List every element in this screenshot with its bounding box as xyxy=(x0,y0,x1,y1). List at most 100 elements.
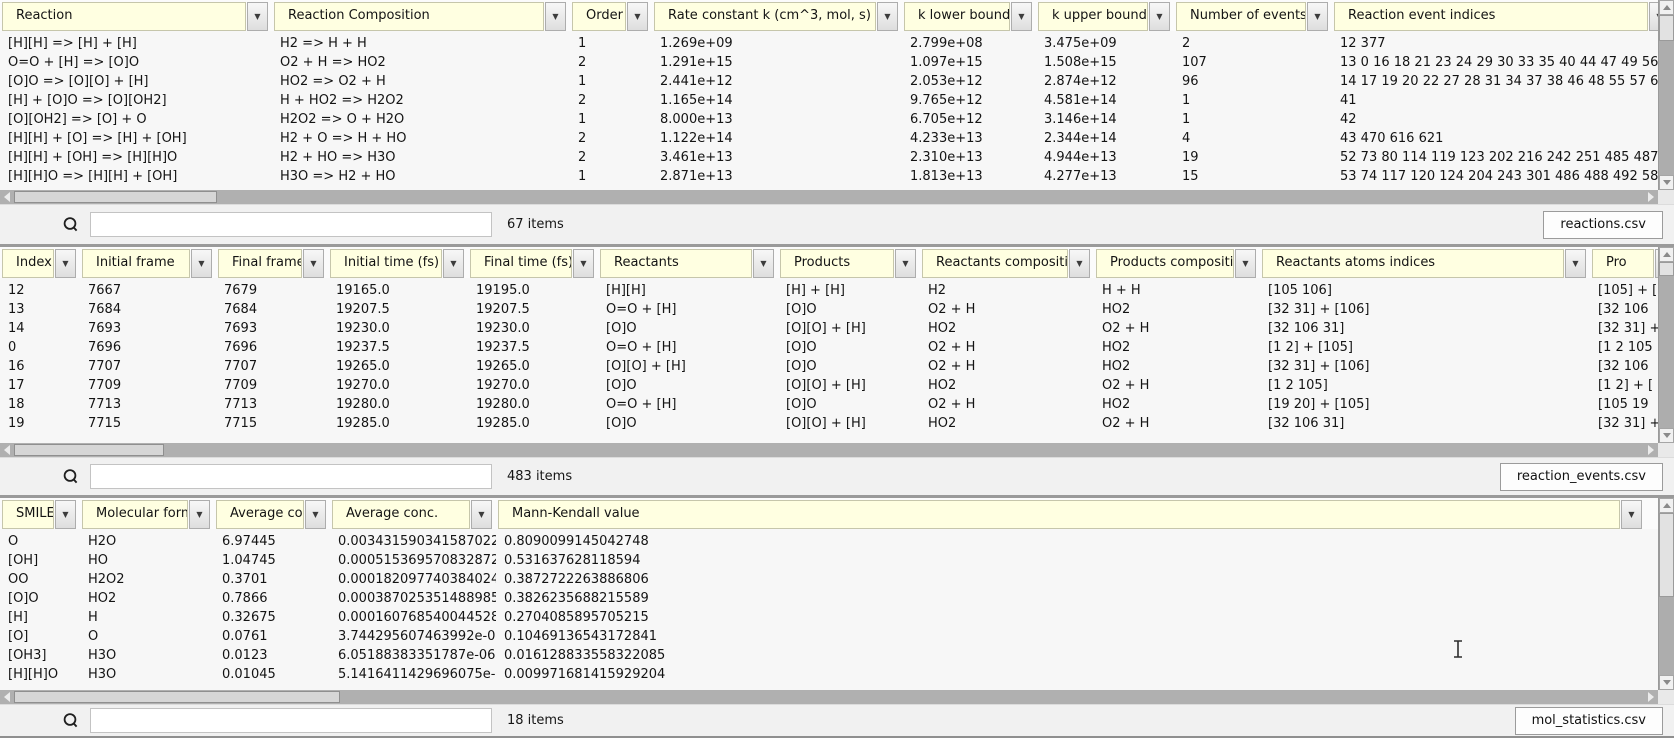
column-header-k-lower-bound[interactable]: k lower bound xyxy=(904,2,1010,31)
column-dropdown-icon[interactable]: ▼ xyxy=(443,249,464,278)
scroll-down-icon[interactable] xyxy=(1659,428,1674,443)
table-row[interactable]: 16 7707 7707 19265.0 19265.0 [O][O] + [H] [O]O… xyxy=(0,357,1674,376)
scroll-right-icon[interactable] xyxy=(1644,190,1658,204)
column-dropdown-icon[interactable]: ▼ xyxy=(895,249,916,278)
column-dropdown-icon[interactable]: ▼ xyxy=(55,249,76,278)
table-row[interactable]: [H][H]O H3O 0.01045 5.1416411429696075e-06 0… xyxy=(0,665,1674,684)
vertical-scrollbar-thumb[interactable] xyxy=(1659,513,1674,597)
table-row[interactable]: 18 7713 7713 19280.0 19280.0 O=O + [H] [O]O O2 … xyxy=(0,395,1674,414)
column-header-products-composition[interactable]: Products composition xyxy=(1096,249,1234,278)
scroll-left-icon[interactable] xyxy=(0,690,14,704)
column-header-reaction[interactable]: Reaction xyxy=(2,2,246,31)
column-dropdown-icon[interactable]: ▼ xyxy=(191,249,212,278)
column-header-reaction-event-indices[interactable]: Reaction event indices xyxy=(1334,2,1648,31)
table-row[interactable]: 12 7667 7679 19165.0 19195.0 [H][H] [H] + [H] H… xyxy=(0,281,1674,300)
table-row[interactable]: [O][OH2] => [O] + O H2O2 => O + H2O 1 8.000… xyxy=(0,110,1674,129)
file-name-button[interactable]: reaction_events.csv xyxy=(1499,462,1663,491)
scroll-up-icon[interactable] xyxy=(1659,498,1674,513)
table-row[interactable]: OO H2O2 0.3701 0.0001820977403840241 0.38727… xyxy=(0,570,1674,589)
vertical-scrollbar-thumb[interactable] xyxy=(1659,15,1674,41)
column-dropdown-icon[interactable]: ▼ xyxy=(753,249,774,278)
column-header-initial-time-fs[interactable]: Initial time (fs) xyxy=(330,249,442,278)
scroll-down-icon[interactable] xyxy=(1659,675,1674,690)
column-dropdown-icon[interactable]: ▼ xyxy=(55,500,76,529)
column-header-reactants-composition[interactable]: Reactants composition xyxy=(922,249,1068,278)
table-row[interactable]: [O]O => [O][O] + [H] HO2 => O2 + H 1 2.441e… xyxy=(0,72,1674,91)
column-header-order[interactable]: Order xyxy=(572,2,626,31)
column-dropdown-icon[interactable]: ▼ xyxy=(877,2,898,31)
file-name-button[interactable]: mol_statistics.csv xyxy=(1514,706,1663,735)
table-row[interactable]: 0 7696 7696 19237.5 19237.5 O=O + [H] [O]O O2 +… xyxy=(0,338,1674,357)
column-header-average-conc[interactable]: Average conc. xyxy=(332,500,470,529)
column-dropdown-icon[interactable]: ▼ xyxy=(1621,500,1642,529)
horizontal-scrollbar-thumb[interactable] xyxy=(14,691,340,703)
column-header-mann-kendall-value[interactable]: Mann-Kendall value xyxy=(498,500,1620,529)
table-row[interactable]: [H] H 0.32675 0.00016076854004452816 0.27040… xyxy=(0,608,1674,627)
search-input[interactable] xyxy=(90,212,492,237)
column-dropdown-icon[interactable]: ▼ xyxy=(1069,249,1090,278)
column-dropdown-icon[interactable]: ▼ xyxy=(545,2,566,31)
column-dropdown-icon[interactable]: ▼ xyxy=(627,2,648,31)
horizontal-scrollbar[interactable] xyxy=(0,190,1674,204)
scroll-down-icon[interactable] xyxy=(1659,175,1674,190)
column-header-rate-constant-k-cm-3-mol-s[interactable]: Rate constant k (cm^3, mol, s) xyxy=(654,2,876,31)
horizontal-scrollbar-thumb[interactable] xyxy=(14,444,164,456)
table-row[interactable]: [H][H] + [O] => [H] + [OH] H2 + O => H + … xyxy=(0,129,1674,148)
vertical-scrollbar[interactable] xyxy=(1658,0,1674,190)
table-row[interactable]: O=O + [H] => [O]O O2 + H => HO2 2 1.291e+15… xyxy=(0,53,1674,72)
horizontal-scrollbar[interactable] xyxy=(0,443,1674,457)
table-row[interactable]: [H] + [O]O => [O][OH2] H + HO2 => H2O2 2 1.… xyxy=(0,91,1674,110)
table-row[interactable]: 19 7715 7715 19285.0 19285.0 [O]O [O][O] + [H]… xyxy=(0,414,1674,433)
scroll-up-icon[interactable] xyxy=(1659,247,1674,262)
vertical-scrollbar[interactable] xyxy=(1658,247,1674,443)
column-header-final-frame[interactable]: Final frame xyxy=(218,249,302,278)
column-dropdown-icon[interactable]: ▼ xyxy=(471,500,492,529)
scroll-right-icon[interactable] xyxy=(1644,443,1658,457)
column-dropdown-icon[interactable]: ▼ xyxy=(1307,2,1328,31)
column-header-initial-frame[interactable]: Initial frame xyxy=(82,249,190,278)
scroll-left-icon[interactable] xyxy=(0,443,14,457)
table-row[interactable]: 17 7709 7709 19270.0 19270.0 [O]O [O][O] + [H]… xyxy=(0,376,1674,395)
table-row[interactable]: [O] O 0.0761 3.744295607463992e-05 0.1046913… xyxy=(0,627,1674,646)
column-header-smiles[interactable]: SMILES xyxy=(2,500,54,529)
table-row[interactable]: [O]O HO2 0.7866 0.000387025351488985 0.38262… xyxy=(0,589,1674,608)
column-dropdown-icon[interactable]: ▼ xyxy=(305,500,326,529)
column-header-products[interactable]: Products xyxy=(780,249,894,278)
column-header-average-count[interactable]: Average count xyxy=(216,500,304,529)
vertical-scrollbar[interactable] xyxy=(1658,498,1674,690)
horizontal-scrollbar[interactable] xyxy=(0,690,1674,704)
table-row[interactable]: [H][H] + [OH] => [H][H]O H2 + HO => H3O 2 3… xyxy=(0,148,1674,167)
column-header-number-of-events[interactable]: Number of events xyxy=(1176,2,1306,31)
column-header-final-time-fs[interactable]: Final time (fs) xyxy=(470,249,572,278)
table-row[interactable]: [OH3] H3O 0.0123 6.05188383351787e-06 0.0161… xyxy=(0,646,1674,665)
column-header-k-upper-bound[interactable]: k upper bound xyxy=(1038,2,1148,31)
column-dropdown-icon[interactable]: ▼ xyxy=(1565,249,1586,278)
column-header-molecular-formula[interactable]: Molecular formula xyxy=(82,500,188,529)
search-input[interactable] xyxy=(90,464,492,489)
column-dropdown-icon[interactable]: ▼ xyxy=(247,2,268,31)
column-header-reactants[interactable]: Reactants xyxy=(600,249,752,278)
scroll-right-icon[interactable] xyxy=(1644,690,1658,704)
column-dropdown-icon[interactable]: ▼ xyxy=(303,249,324,278)
table-row[interactable]: 14 7693 7693 19230.0 19230.0 [O]O [O][O] + [H]… xyxy=(0,319,1674,338)
column-dropdown-icon[interactable]: ▼ xyxy=(1149,2,1170,31)
table-row[interactable]: 13 7684 7684 19207.5 19207.5 O=O + [H] [O]O O2 … xyxy=(0,300,1674,319)
column-dropdown-icon[interactable]: ▼ xyxy=(1011,2,1032,31)
column-header-pro[interactable]: Pro xyxy=(1592,249,1654,278)
table-row[interactable]: [OH] HO 1.04745 0.0005153695708328723 0.5316… xyxy=(0,551,1674,570)
vertical-scrollbar-thumb[interactable] xyxy=(1659,262,1674,276)
column-header-index[interactable]: Index xyxy=(2,249,54,278)
horizontal-scrollbar-thumb[interactable] xyxy=(14,191,217,203)
table-row[interactable]: [H][H] => [H] + [H] H2 => H + H 1 1.269e+09… xyxy=(0,34,1674,53)
search-input[interactable] xyxy=(90,708,492,733)
file-name-button[interactable]: reactions.csv xyxy=(1543,210,1663,239)
column-header-reaction-composition[interactable]: Reaction Composition xyxy=(274,2,544,31)
column-dropdown-icon[interactable]: ▼ xyxy=(1235,249,1256,278)
scroll-left-icon[interactable] xyxy=(0,190,14,204)
column-header-reactants-atoms-indices[interactable]: Reactants atoms indices xyxy=(1262,249,1564,278)
column-dropdown-icon[interactable]: ▼ xyxy=(189,500,210,529)
table-row[interactable]: [H][H]O => [H][H] + [OH] H3O => H2 + HO 1 2… xyxy=(0,167,1674,186)
table-row[interactable]: O H2O 6.97445 0.003431590341587022 0.8090099… xyxy=(0,532,1674,551)
scroll-up-icon[interactable] xyxy=(1659,0,1674,15)
column-dropdown-icon[interactable]: ▼ xyxy=(573,249,594,278)
